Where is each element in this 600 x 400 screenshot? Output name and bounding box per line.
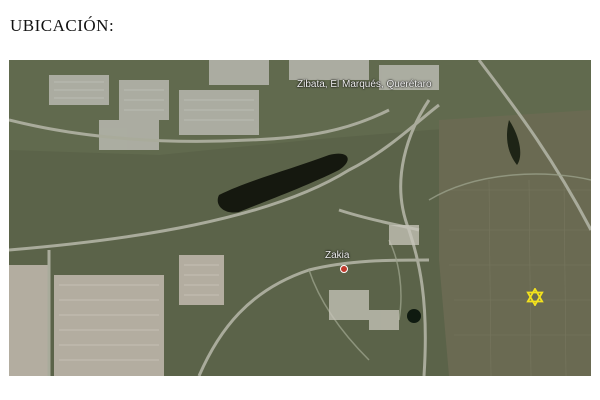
place-pin-icon[interactable] [340, 265, 348, 273]
place-label-zakia: Zakia [325, 250, 350, 261]
place-label-zibata: Zibata, El Marqués, Querétaro [297, 79, 432, 90]
map-imagery [9, 60, 591, 376]
section-heading: UBICACIÓN: [10, 16, 115, 35]
star-of-david-icon[interactable] [526, 288, 544, 306]
satellite-map[interactable]: Zibata, El Marqués, Querétaro Zakia [9, 60, 591, 376]
